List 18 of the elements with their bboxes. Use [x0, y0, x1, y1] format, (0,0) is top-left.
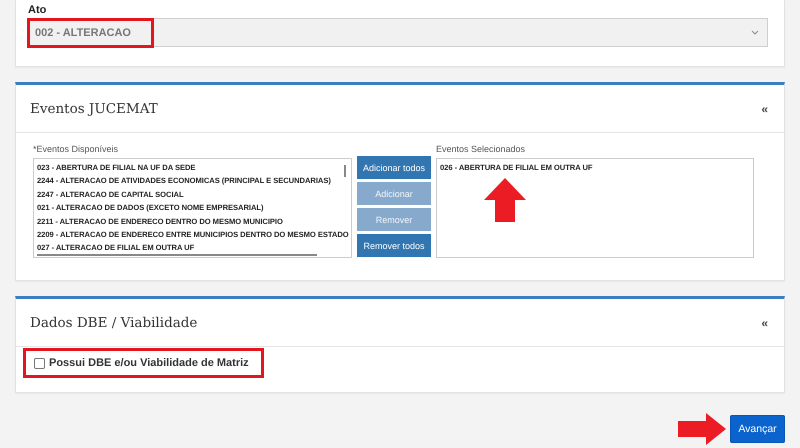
chevron-down-icon: [751, 30, 759, 35]
scrollbar-thumb[interactable]: [37, 254, 317, 256]
section-title: Eventos JUCEMAT: [30, 100, 158, 116]
checkbox[interactable]: [34, 358, 45, 368]
transfer-button[interactable]: Adicionar todos: [357, 156, 431, 179]
checkbox-label[interactable]: Possui DBE e/ou Viabilidade de Matriz: [49, 357, 249, 369]
ato-select[interactable]: 002 - ALTERACAO: [27, 18, 768, 47]
field-label: Ato: [28, 4, 48, 16]
next-button[interactable]: Avançar: [730, 415, 785, 443]
list-label: *Eventos Disponíveis: [33, 144, 120, 154]
transfer-button[interactable]: Remover todos: [357, 234, 431, 257]
collapse-toggle[interactable]: «: [761, 102, 768, 116]
available-events-list[interactable]: [33, 158, 352, 258]
collapse-toggle[interactable]: «: [761, 316, 768, 330]
section-title: Dados DBE / Viabilidade: [30, 314, 198, 330]
select-value: 002 - ALTERACAO: [27, 18, 154, 48]
scrollbar-thumb[interactable]: [344, 165, 346, 177]
list-label: Eventos Selecionados: [436, 144, 526, 154]
